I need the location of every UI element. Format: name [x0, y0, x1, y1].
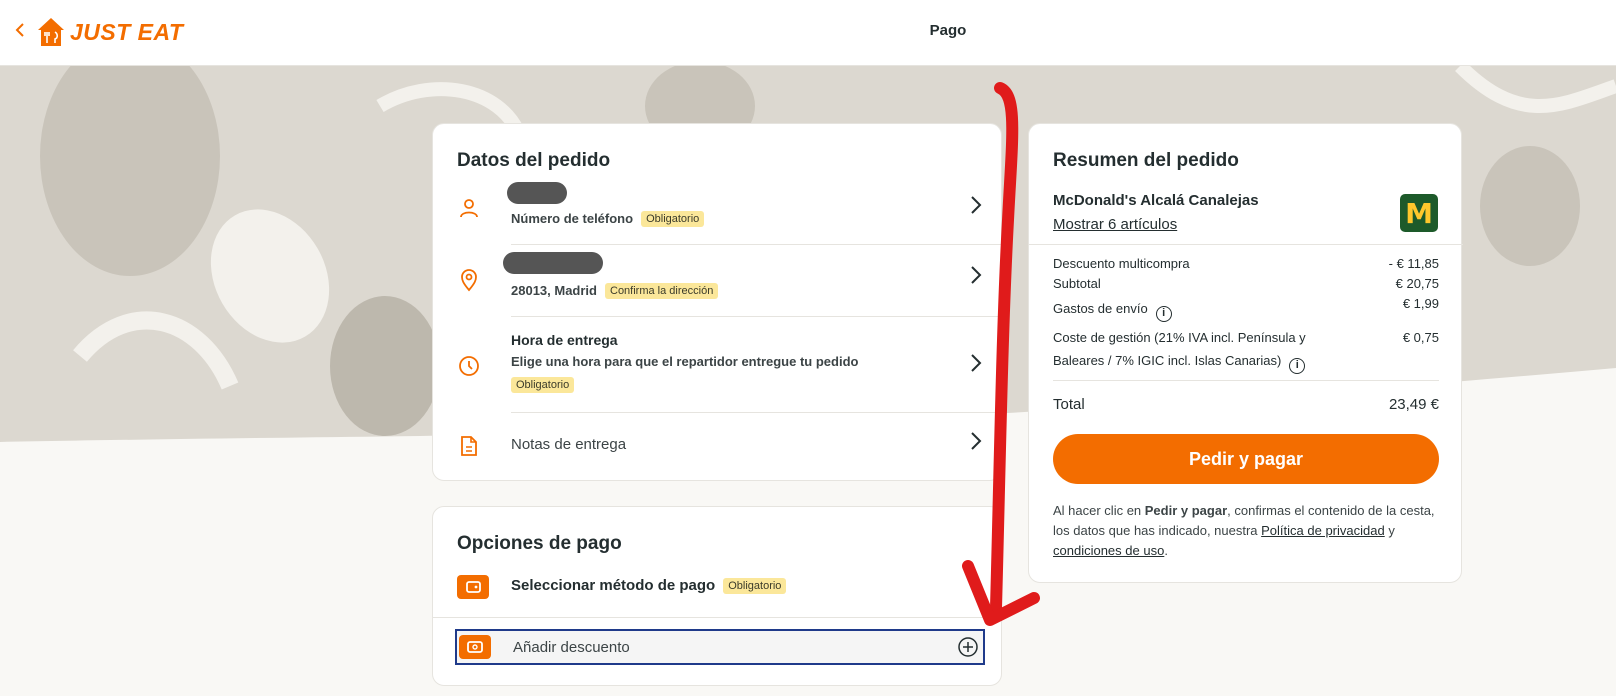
top-bar: JUST EAT Pago	[0, 0, 1616, 66]
chevron-right-icon	[971, 196, 982, 214]
chevron-right-icon	[971, 354, 982, 372]
total-line: Total 23,49 €	[1053, 396, 1439, 413]
coupon-icon	[459, 635, 491, 659]
order-details-card: Datos del pedido Número de teléfono Oblig…	[432, 123, 1003, 481]
add-discount-label: Añadir descuento	[513, 639, 630, 656]
clock-icon	[459, 356, 479, 376]
required-badge: Obligatorio	[641, 211, 705, 227]
order-summary-heading: Resumen del pedido	[1053, 150, 1239, 171]
payment-method-label: Seleccionar método de pago	[511, 577, 716, 594]
page-title: Pago	[929, 22, 967, 39]
divider	[511, 316, 1003, 317]
select-payment-method-row[interactable]: Seleccionar método de pago Obligatorio	[457, 567, 987, 607]
order-details-heading: Datos del pedido	[457, 150, 611, 171]
mcdonalds-logo: M	[1400, 194, 1438, 232]
terms-link[interactable]: condiciones de uso	[1053, 543, 1164, 558]
required-badge: Obligatorio	[723, 578, 787, 594]
required-badge: Obligatorio	[511, 377, 575, 393]
wallet-icon	[457, 575, 489, 599]
show-items-link[interactable]: Mostrar 6 artículos	[1053, 216, 1177, 233]
order-and-pay-button[interactable]: Pedir y pagar	[1053, 434, 1439, 484]
payment-options-card: Opciones de pago Seleccionar método de p…	[432, 506, 1003, 686]
plus-circle-icon[interactable]	[957, 636, 979, 658]
divider	[1029, 244, 1463, 245]
subtotal-line: Subtotal € 20,75	[1053, 276, 1439, 291]
add-discount-row[interactable]: Añadir descuento	[455, 629, 985, 665]
delivery-time-description: Elige una hora para que el repartidor en…	[511, 354, 859, 369]
delivery-time-row[interactable]: Hora de entrega Elige una hora para que …	[457, 332, 987, 398]
privacy-policy-link[interactable]: Política de privacidad	[1261, 523, 1385, 538]
redacted-name	[507, 182, 567, 204]
info-icon[interactable]: i	[1155, 306, 1172, 322]
legal-text: Al hacer clic en Pedir y pagar, confirma…	[1053, 503, 1435, 558]
notes-document-icon	[461, 436, 477, 456]
address-row[interactable]: 28013, Madrid Confirma la dirección	[457, 252, 987, 306]
divider	[433, 617, 1003, 618]
info-icon[interactable]: i	[1289, 358, 1306, 374]
phone-row[interactable]: Número de teléfono Obligatorio	[457, 182, 987, 234]
delivery-fee-line: Gastos de envío i € 1,99	[1053, 296, 1439, 322]
phone-label: Número de teléfono	[511, 211, 634, 226]
delivery-time-title: Hora de entrega	[511, 332, 618, 348]
delivery-notes-row[interactable]: Notas de entrega	[457, 422, 987, 470]
chevron-right-icon	[971, 432, 982, 450]
confirm-address-badge: Confirma la dirección	[605, 283, 719, 299]
restaurant-name: McDonald's Alcalá Canalejas	[1053, 192, 1259, 209]
multibuy-discount-line: Descuento multicompra - € 11,85	[1053, 256, 1439, 271]
divider	[1053, 380, 1439, 381]
divider	[511, 412, 1003, 413]
delivery-notes-label: Notas de entrega	[511, 436, 627, 453]
service-fee-line: Coste de gestión (21% IVA incl. Penínsul…	[1053, 326, 1439, 374]
chevron-right-icon	[971, 266, 982, 284]
location-pin-icon	[461, 269, 477, 292]
order-summary-card: Resumen del pedido McDonald's Alcalá Can…	[1028, 123, 1463, 583]
redacted-street	[503, 252, 603, 274]
address-label: 28013, Madrid	[511, 283, 597, 298]
divider	[511, 244, 1003, 245]
payment-options-heading: Opciones de pago	[457, 533, 622, 554]
user-icon	[460, 199, 478, 218]
